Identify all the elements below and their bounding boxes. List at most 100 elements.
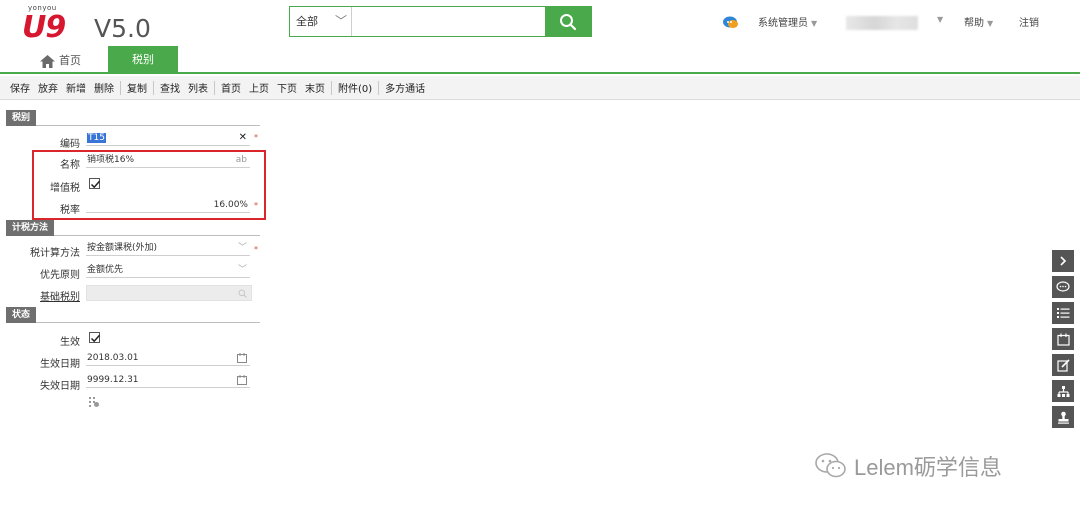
tab-tax-type[interactable]: 税别	[108, 46, 178, 74]
copy-button[interactable]: 复制	[123, 80, 151, 95]
required-mark: *	[254, 133, 258, 142]
expiry-date-field[interactable]: 9999.12.31	[86, 373, 250, 388]
global-search: 全部 ﹀	[289, 6, 592, 37]
brand-version: V5.0	[94, 14, 151, 43]
app-header: yonyou U9 V5.0 全部 ﹀ 系统管理员 ▼ ▼ 帮助 ▼ 注销	[0, 0, 1080, 46]
calc-method-label: 税计算方法	[30, 248, 80, 259]
tab-home-label: 首页	[59, 54, 81, 67]
section-status: 状态	[6, 307, 260, 323]
name-value: 销项税16%	[87, 155, 135, 165]
vat-label: 增值税	[50, 183, 80, 194]
calc-method-value: 按金额课税(外加)	[87, 243, 158, 253]
name-field[interactable]: 销项税16% ab	[86, 153, 250, 168]
calc-method-select[interactable]: 按金额课税(外加) ﹀	[86, 241, 250, 256]
logout-link[interactable]: 注销	[1019, 14, 1039, 29]
tab-home[interactable]: 首页	[40, 50, 81, 72]
last-page-button[interactable]: 末页	[301, 80, 329, 95]
prev-page-button[interactable]: 上页	[245, 80, 273, 95]
list-icon[interactable]	[1052, 302, 1074, 324]
priority-label: 优先原则	[40, 270, 80, 281]
check-icon	[90, 180, 101, 189]
check-icon	[90, 334, 101, 343]
effective-date-field[interactable]: 2018.03.01	[86, 351, 250, 366]
hierarchy-icon[interactable]	[1052, 380, 1074, 402]
priority-value: 金额优先	[87, 265, 124, 275]
watermark: Lelem砺学信息	[814, 450, 1002, 482]
brand-logo: U9	[22, 10, 66, 45]
add-field-icon[interactable]	[88, 396, 100, 408]
toolbar-divider	[331, 80, 332, 95]
user-name: 系统管理员	[758, 18, 808, 29]
multi-call-button[interactable]: 多方通话	[381, 80, 429, 95]
vat-checkbox[interactable]	[89, 178, 101, 189]
required-mark: *	[254, 245, 258, 254]
chevron-down-icon: ﹀	[334, 14, 347, 28]
search-icon	[238, 289, 247, 298]
toolbar-divider	[120, 80, 121, 95]
toolbar-divider	[214, 80, 215, 95]
home-icon	[40, 54, 55, 68]
code-label: 编码	[60, 139, 80, 150]
help-menu[interactable]: 帮助 ▼	[964, 14, 993, 29]
new-button[interactable]: 新增	[62, 80, 90, 95]
rate-value: 16.00%	[213, 200, 248, 210]
attachment-button[interactable]: 附件(0)	[334, 80, 376, 95]
section-calc-method: 计税方法	[6, 220, 260, 236]
priority-select[interactable]: 金额优先 ﹀	[86, 263, 250, 278]
base-tax-label[interactable]: 基础税别	[6, 288, 80, 303]
clear-icon[interactable]: ✕	[239, 131, 247, 145]
search-icon	[560, 13, 577, 30]
effective-label: 生效	[60, 337, 80, 348]
edit-icon[interactable]	[1052, 354, 1074, 376]
chevron-down-icon: ﹀	[237, 243, 247, 253]
tab-bar: 首页 税别	[0, 46, 1080, 74]
code-value: T15	[87, 133, 106, 143]
search-button[interactable]	[545, 7, 591, 36]
calendar-icon[interactable]	[237, 353, 247, 363]
toolbar-divider	[378, 80, 380, 95]
discard-button[interactable]: 放弃	[34, 80, 62, 95]
org-caret[interactable]: ▼	[934, 14, 943, 25]
user-menu[interactable]: 系统管理员 ▼	[758, 14, 817, 29]
section-title: 税别	[6, 110, 37, 126]
rate-label: 税率	[60, 205, 80, 216]
search-input[interactable]	[353, 7, 545, 36]
first-page-button[interactable]: 首页	[217, 80, 245, 95]
effective-date-label: 生效日期	[40, 359, 80, 370]
multilang-indicator[interactable]: ab	[236, 153, 247, 167]
wechat-icon	[815, 453, 846, 478]
effective-date-value: 2018.03.01	[87, 353, 139, 363]
code-field[interactable]: T15 ✕	[86, 131, 250, 146]
find-button[interactable]: 查找	[156, 80, 184, 95]
section-tax-type: 税别	[6, 110, 260, 126]
calendar-icon[interactable]	[237, 375, 247, 385]
watermark-text: Lelem砺学信息	[854, 455, 1002, 480]
org-selector-blurred[interactable]	[846, 16, 918, 30]
rate-field[interactable]: 16.00%	[86, 198, 250, 213]
effective-checkbox[interactable]	[89, 332, 101, 343]
toolbar-divider	[153, 80, 154, 95]
expiry-date-value: 9999.12.31	[87, 375, 139, 385]
chat-icon[interactable]	[722, 15, 740, 34]
chevron-down-icon: ﹀	[237, 265, 247, 275]
list-button[interactable]: 列表	[184, 80, 212, 95]
calendar-icon[interactable]	[1052, 328, 1074, 350]
next-page-button[interactable]: 下页	[273, 80, 301, 95]
stamp-icon[interactable]	[1052, 406, 1074, 428]
search-scope-select[interactable]: 全部 ﹀	[290, 7, 352, 36]
required-mark: *	[254, 201, 258, 210]
caret-down-icon: ▼	[937, 15, 944, 24]
section-title: 计税方法	[6, 220, 55, 236]
name-label: 名称	[60, 160, 80, 171]
caret-down-icon: ▼	[987, 19, 994, 28]
help-label: 帮助	[964, 18, 984, 29]
action-toolbar: 保存 放弃 新增 删除 复制 查找 列表 首页 上页 下页 末页 附件(0) 多…	[0, 76, 1080, 100]
delete-button[interactable]: 删除	[90, 80, 118, 95]
expiry-date-label: 失效日期	[40, 381, 80, 392]
save-button[interactable]: 保存	[6, 80, 34, 95]
comment-icon[interactable]	[1052, 276, 1074, 298]
base-tax-field	[86, 285, 252, 301]
section-title: 状态	[6, 307, 37, 323]
chevron-right-icon[interactable]	[1052, 250, 1074, 272]
caret-down-icon: ▼	[811, 19, 818, 28]
